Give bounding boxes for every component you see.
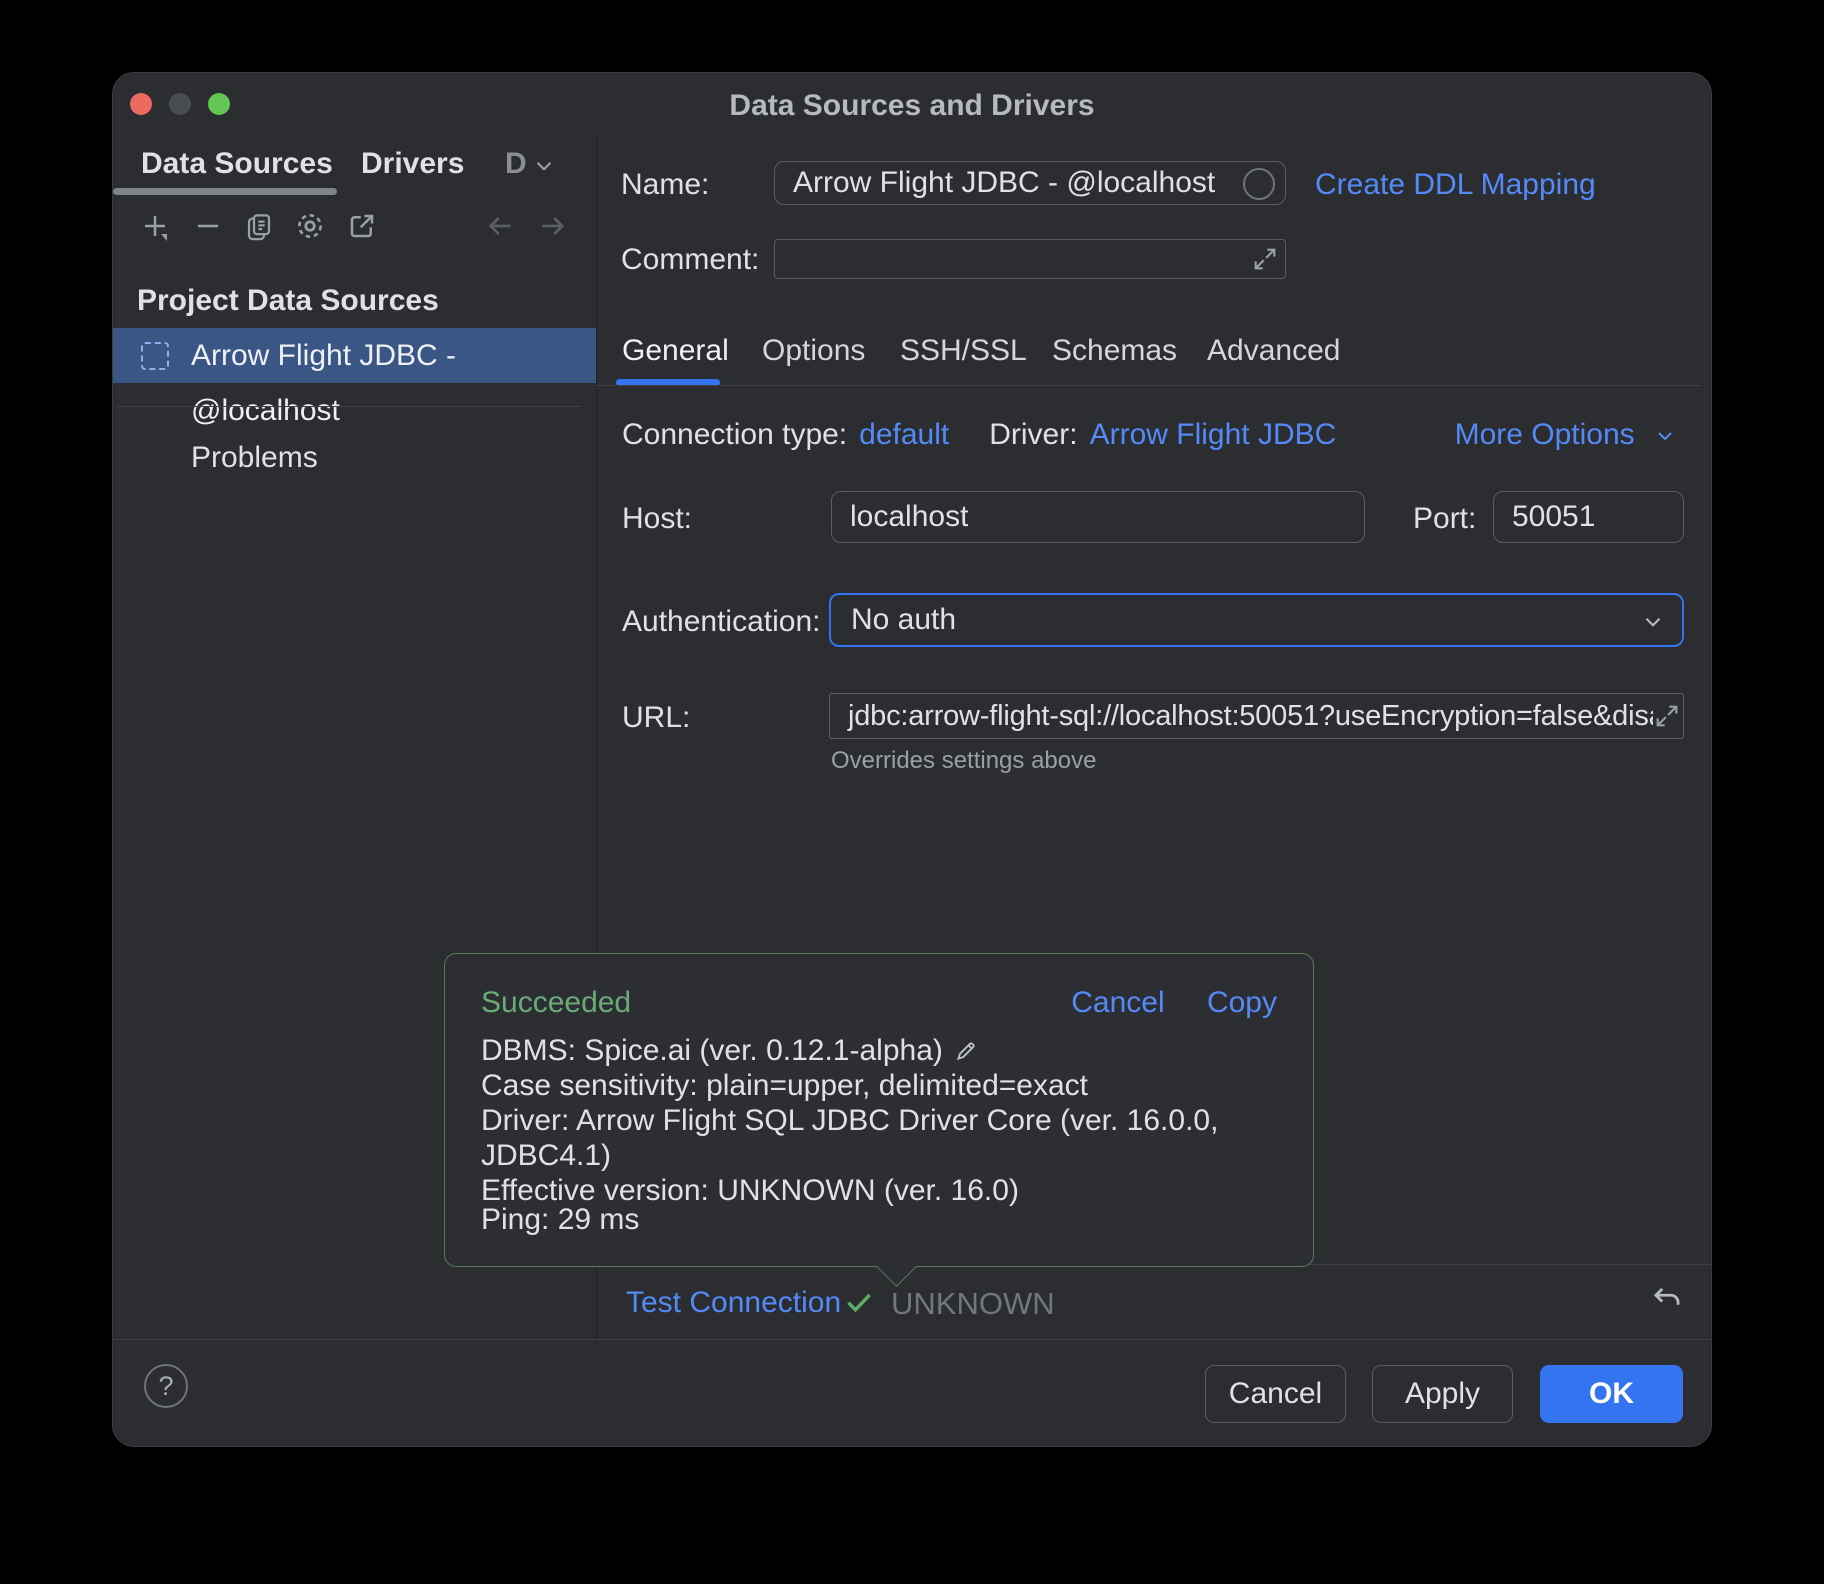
success-check-icon: [842, 1285, 876, 1319]
popup-details: DBMS: Spice.ai (ver. 0.12.1-alpha) Case …: [481, 1033, 1277, 1208]
host-input[interactable]: localhost: [831, 491, 1365, 543]
comment-input[interactable]: [774, 239, 1286, 279]
forward-button[interactable]: [535, 208, 571, 244]
popup-line-driver: Driver: Arrow Flight SQL JDBC Driver Cor…: [481, 1103, 1277, 1173]
url-input[interactable]: jdbc:arrow-flight-sql://localhost:50051?…: [829, 693, 1684, 739]
help-button[interactable]: ?: [144, 1364, 188, 1408]
connection-result-text: UNKNOWN: [891, 1286, 1055, 1322]
more-options-link[interactable]: More Options: [1455, 418, 1677, 452]
project-data-sources-header: Project Data Sources: [137, 284, 439, 318]
window-title: Data Sources and Drivers: [113, 89, 1711, 123]
authentication-select[interactable]: No auth: [829, 593, 1684, 647]
edit-pencil-icon[interactable]: [953, 1038, 979, 1064]
back-button[interactable]: [482, 208, 518, 244]
cancel-button[interactable]: Cancel: [1205, 1365, 1346, 1423]
datasource-tree-item[interactable]: Arrow Flight JDBC - @localhost: [113, 328, 596, 383]
tab-general[interactable]: General: [622, 323, 729, 379]
name-progress-icon: [1243, 168, 1275, 200]
active-tab-indicator: [113, 188, 337, 195]
rollback-undo-button[interactable]: [1648, 1281, 1686, 1319]
host-label: Host:: [622, 502, 692, 536]
popup-status: Succeeded: [481, 986, 631, 1020]
tab-data-sources[interactable]: Data Sources: [141, 135, 333, 196]
comment-label: Comment:: [621, 243, 759, 277]
settings-gear-button[interactable]: [292, 208, 328, 244]
url-hint: Overrides settings above: [831, 747, 1096, 775]
url-expand-icon[interactable]: [1653, 702, 1681, 730]
add-button[interactable]: [137, 208, 173, 244]
tab-advanced[interactable]: Advanced: [1207, 323, 1340, 379]
popup-tail: [876, 1246, 917, 1287]
tabs-overflow-chevron-icon[interactable]: [531, 153, 557, 179]
duplicate-button[interactable]: [241, 208, 277, 244]
driver-label: Driver:: [989, 418, 1077, 451]
test-connection-result-popup: Succeeded Cancel Copy DBMS: Spice.ai (ve…: [444, 953, 1314, 1267]
tab-drivers[interactable]: Drivers: [361, 135, 464, 196]
connection-type-label: Connection type:: [622, 418, 847, 451]
tab-schemas[interactable]: Schemas: [1052, 323, 1177, 379]
ok-button[interactable]: OK: [1540, 1365, 1683, 1423]
tabs-divider: [596, 385, 1701, 386]
open-in-new-window-button[interactable]: [344, 208, 380, 244]
connection-type-value-link[interactable]: default: [859, 418, 949, 451]
authentication-label: Authentication:: [622, 605, 820, 639]
sidebar-item-problems[interactable]: Problems: [191, 441, 318, 475]
comment-expand-icon[interactable]: [1251, 245, 1279, 273]
driver-value-link[interactable]: Arrow Flight JDBC: [1090, 418, 1337, 451]
add-dropdown-caret-icon: [161, 234, 167, 241]
test-connection-link[interactable]: Test Connection: [626, 1286, 841, 1320]
port-input[interactable]: 50051: [1493, 491, 1684, 543]
remove-button[interactable]: [190, 208, 226, 244]
tab-ssh-ssl[interactable]: SSH/SSL: [900, 323, 1027, 379]
name-input[interactable]: Arrow Flight JDBC - @localhost: [774, 161, 1286, 205]
sidebar-divider: [117, 406, 581, 407]
name-label: Name:: [621, 168, 709, 202]
tab-options[interactable]: Options: [762, 323, 865, 379]
create-ddl-mapping-link[interactable]: Create DDL Mapping: [1315, 168, 1596, 202]
datasource-tree-item-label: Arrow Flight JDBC - @localhost: [191, 328, 596, 438]
footer-divider: [113, 1339, 1711, 1340]
apply-button[interactable]: Apply: [1372, 1365, 1513, 1423]
popup-copy-link[interactable]: Copy: [1207, 986, 1277, 1019]
datasource-icon: [141, 342, 169, 370]
popup-line-case-sensitivity: Case sensitivity: plain=upper, delimited…: [481, 1068, 1277, 1103]
tab-overflow[interactable]: D: [505, 135, 527, 196]
url-label: URL:: [622, 701, 690, 735]
port-label: Port:: [1413, 502, 1476, 536]
chevron-down-icon: [1640, 609, 1666, 635]
popup-ping: Ping: 29 ms: [481, 1203, 639, 1237]
popup-cancel-link[interactable]: Cancel: [1071, 986, 1164, 1019]
popup-line-dbms: DBMS: Spice.ai (ver. 0.12.1-alpha): [481, 1033, 1277, 1068]
data-sources-dialog: Data Sources and Drivers Data Sources Dr…: [112, 72, 1712, 1447]
